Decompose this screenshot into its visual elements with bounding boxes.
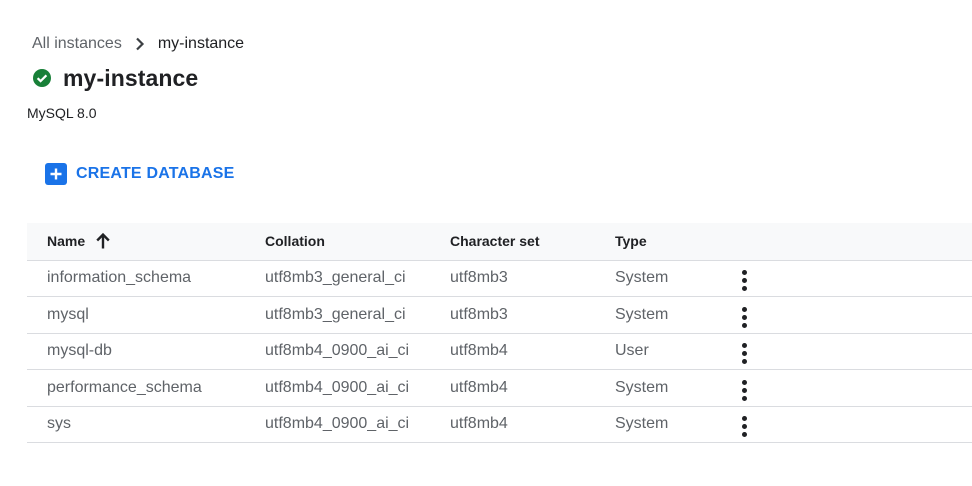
cell-actions	[723, 333, 972, 370]
breadcrumb-all-instances-link[interactable]: All instances	[32, 35, 122, 53]
create-database-label: CREATE DATABASE	[76, 165, 235, 182]
cell-name: sys	[27, 406, 265, 443]
column-header-name[interactable]: Name	[27, 223, 265, 261]
more-vert-icon[interactable]	[732, 303, 756, 331]
cell-actions	[723, 260, 972, 297]
chevron-right-icon	[128, 37, 152, 51]
cell-name: information_schema	[27, 260, 265, 297]
more-vert-icon[interactable]	[732, 340, 756, 368]
column-header-actions	[723, 223, 972, 261]
table-row: mysql utf8mb3_general_ci utf8mb3 System	[27, 296, 972, 334]
cell-name: mysql	[27, 296, 265, 334]
cell-collation: utf8mb4_0900_ai_ci	[265, 406, 450, 443]
breadcrumb: All instances my-instance	[32, 34, 244, 54]
arrow-up-icon[interactable]	[95, 232, 111, 250]
cell-collation: utf8mb4_0900_ai_ci	[265, 369, 450, 407]
check-circle-icon	[32, 68, 52, 88]
table-row: performance_schema utf8mb4_0900_ai_ci ut…	[27, 369, 972, 407]
cell-charset: utf8mb4	[450, 333, 615, 370]
cell-charset: utf8mb3	[450, 260, 615, 297]
cell-actions	[723, 369, 972, 407]
more-vert-icon[interactable]	[732, 267, 756, 295]
column-header-type: Type	[615, 223, 723, 261]
cell-type: System	[615, 369, 723, 407]
cell-name: performance_schema	[27, 369, 265, 407]
column-header-name-label: Name	[47, 233, 86, 250]
cell-charset: utf8mb3	[450, 296, 615, 334]
cell-type: System	[615, 296, 723, 334]
cell-charset: utf8mb4	[450, 369, 615, 407]
cell-name: mysql-db	[27, 333, 265, 370]
table-header-row: Name Collation Character set Type	[27, 223, 972, 261]
cell-collation: utf8mb3_general_ci	[265, 296, 450, 334]
more-vert-icon[interactable]	[732, 413, 756, 441]
cell-charset: utf8mb4	[450, 406, 615, 443]
databases-table: Name Collation Character set Type inform…	[27, 223, 972, 443]
instance-version: MySQL 8.0	[27, 105, 97, 121]
page-header: my-instance	[32, 62, 198, 94]
cell-actions	[723, 296, 972, 334]
create-database-button[interactable]: CREATE DATABASE	[45, 160, 235, 188]
database-page: All instances my-instance my-instance My…	[0, 0, 972, 486]
table-row: mysql-db utf8mb4_0900_ai_ci utf8mb4 User	[27, 333, 972, 370]
cell-actions	[723, 406, 972, 443]
column-header-charset: Character set	[450, 223, 615, 261]
cell-collation: utf8mb4_0900_ai_ci	[265, 333, 450, 370]
page-title: my-instance	[63, 64, 199, 91]
column-header-collation: Collation	[265, 223, 450, 261]
cell-type: User	[615, 333, 723, 370]
more-vert-icon[interactable]	[732, 376, 756, 404]
plus-icon	[45, 163, 67, 185]
breadcrumb-current: my-instance	[157, 35, 245, 52]
table-row: sys utf8mb4_0900_ai_ci utf8mb4 System	[27, 406, 972, 443]
table-row: information_schema utf8mb3_general_ci ut…	[27, 260, 972, 297]
cell-type: System	[615, 406, 723, 443]
cell-type: System	[615, 260, 723, 297]
cell-collation: utf8mb3_general_ci	[265, 260, 450, 297]
